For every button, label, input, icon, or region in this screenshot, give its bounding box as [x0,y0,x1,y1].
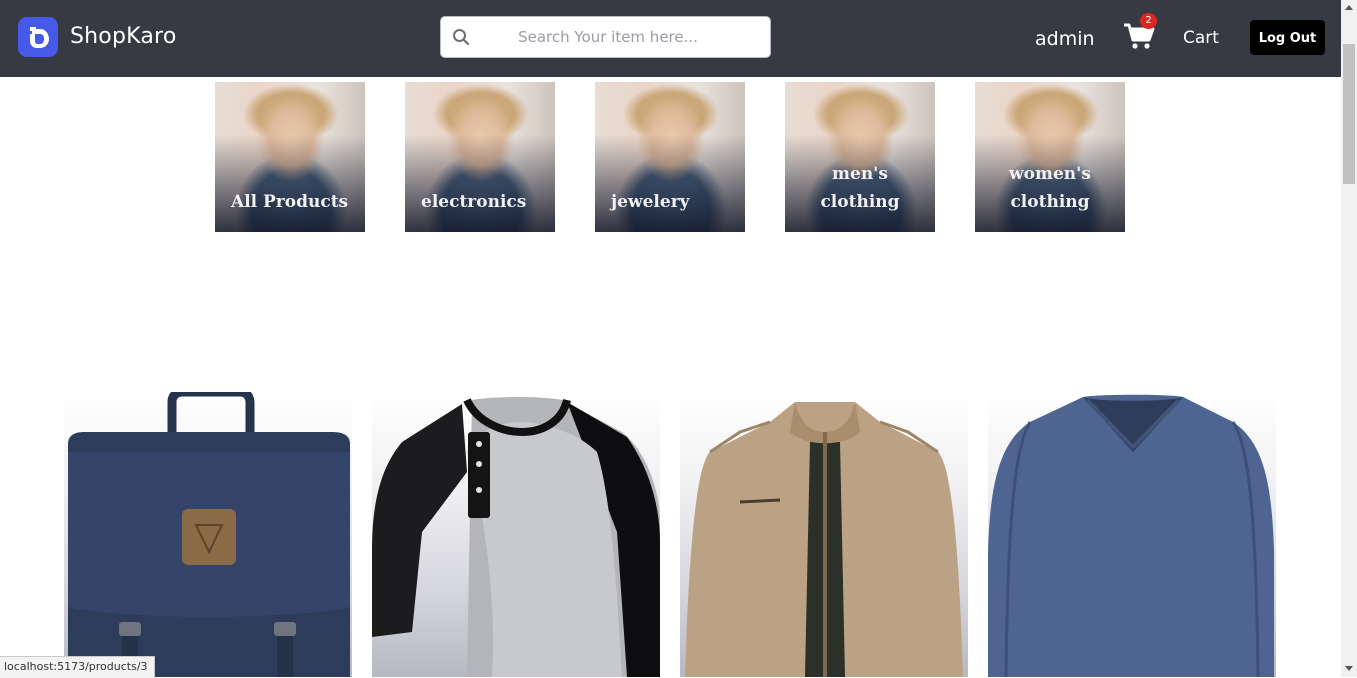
logout-button[interactable]: Log Out [1250,20,1325,55]
cart-count-badge: 2 [1140,13,1157,29]
link-status-bar: localhost:5173/products/3 [0,656,155,678]
raglan-henley-shirt-image [372,397,660,677]
khaki-jacket-image [685,402,963,677]
backpack-image [68,392,350,677]
category-label: jewelery [611,192,690,212]
product-card-henley-shirt[interactable] [372,392,660,677]
category-label: electronics [421,192,527,212]
search-icon [453,29,470,46]
category-card-electronics[interactable]: electronics [405,82,555,232]
username-label: admin [1035,28,1095,50]
product-card-jacket[interactable] [680,392,968,677]
scroll-up-arrow-icon[interactable] [1345,5,1353,10]
product-card-vneck-shirt[interactable] [988,392,1276,677]
blue-vneck-shirt-image [988,394,1274,677]
category-card-jewelery[interactable]: jewelery [595,82,745,232]
logo-icon[interactable] [18,17,58,57]
category-card-all-products[interactable]: All Products [215,82,365,232]
category-card-mens-clothing[interactable]: men's clothing [785,82,935,232]
product-card-backpack[interactable] [64,392,352,677]
category-card-womens-clothing[interactable]: women's clothing [975,82,1125,232]
search-input[interactable] [481,23,735,51]
navbar: ShopKaro admin 2 Cart Log Out [0,0,1341,77]
search-box[interactable] [440,16,771,58]
scrollbar[interactable] [1341,0,1357,677]
cart-link[interactable]: Cart [1183,28,1219,48]
brand-name[interactable]: ShopKaro [70,24,176,49]
category-label: women's clothing [1009,164,1091,212]
scroll-thumb[interactable] [1343,44,1355,184]
category-label: men's clothing [820,164,900,212]
category-label: All Products [231,192,349,212]
scroll-down-arrow-icon[interactable] [1345,666,1353,671]
